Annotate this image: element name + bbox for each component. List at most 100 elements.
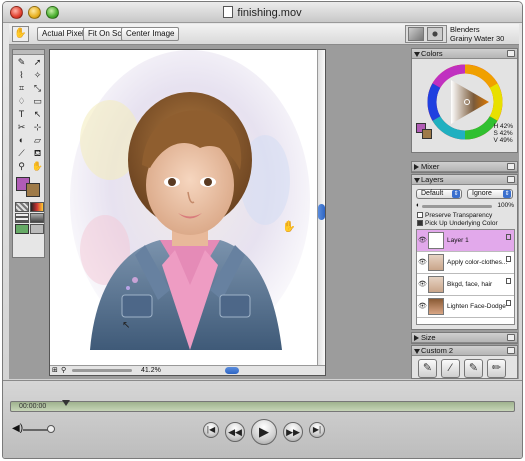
custom-palette: Custom 2 ✎ ⁄ ✎ ✏ bbox=[411, 345, 518, 379]
zoom-icon[interactable]: ⚲ bbox=[61, 366, 66, 374]
lock-icon[interactable] bbox=[506, 300, 511, 306]
layers-list: 👁 Layer 1 👁 Apply color-clothes... 👁 Bkg… bbox=[416, 229, 515, 325]
playhead-icon[interactable] bbox=[62, 400, 70, 406]
layer-row[interactable]: 👁 Apply color-clothes... bbox=[417, 252, 514, 274]
visibility-eye-icon[interactable]: 👁 bbox=[418, 281, 427, 289]
close-icon[interactable] bbox=[507, 50, 515, 57]
speaker-icon: ◀) bbox=[12, 423, 24, 434]
visibility-eye-icon[interactable]: 👁 bbox=[418, 259, 427, 267]
size-palette-header[interactable]: Size bbox=[412, 333, 517, 343]
volume-knob[interactable] bbox=[47, 425, 55, 433]
grid-icon[interactable]: ⊞ bbox=[52, 366, 58, 374]
close-icon[interactable] bbox=[507, 347, 515, 354]
close-icon[interactable] bbox=[507, 176, 515, 183]
movie-controller: 00:00:00 ◀) |◀ ◀◀ ▶ ▶▶ ▶| bbox=[3, 380, 522, 458]
custom-brush-2-icon[interactable]: ⁄ bbox=[441, 359, 460, 378]
layer-thumbnail bbox=[428, 254, 444, 271]
preserve-transparency-checkbox[interactable]: Preserve Transparency bbox=[417, 212, 492, 219]
layer-adjuster-icon[interactable]: ➚ bbox=[30, 56, 45, 68]
secondary-color-chip[interactable] bbox=[422, 129, 432, 139]
layers-palette: Layers Default Ignore ◐ 100% Preserve Tr… bbox=[411, 174, 518, 330]
lock-icon[interactable] bbox=[506, 256, 511, 262]
timecode: 00:00:00 bbox=[19, 403, 47, 410]
text-icon[interactable]: T bbox=[14, 108, 29, 120]
vertical-scrollbar[interactable] bbox=[317, 50, 325, 367]
crop-icon[interactable]: ⌗ bbox=[14, 82, 29, 94]
horizontal-scroll-thumb[interactable] bbox=[225, 367, 239, 374]
close-icon[interactable] bbox=[507, 334, 515, 341]
grabber-icon[interactable]: ✋ bbox=[30, 160, 45, 172]
toolbox: ✎ ➚ ⌇ ✧ ⌗ ⤡ ♢ ▭ T ↖ ✂ ⊹ ◐ ▱ ⟋ ⛾ ⚲ ✋ bbox=[12, 49, 45, 258]
svg-text:✋: ✋ bbox=[282, 220, 296, 233]
custom-brush-4-icon[interactable]: ✏ bbox=[487, 359, 506, 378]
composite-method-select[interactable]: Default bbox=[416, 189, 462, 199]
close-icon[interactable] bbox=[507, 163, 515, 170]
go-to-start-button[interactable]: |◀ bbox=[203, 422, 219, 438]
visibility-eye-icon[interactable]: 👁 bbox=[418, 303, 427, 311]
layer-row[interactable]: 👁 Lighten Face-Dodge bbox=[417, 296, 514, 318]
layer-row[interactable]: 👁 Layer 1 bbox=[417, 230, 514, 252]
fast-forward-button[interactable]: ▶▶ bbox=[283, 422, 303, 442]
app-window: finishing.mov ✋ Actual Pixels Fit On Scr… bbox=[2, 1, 523, 459]
paint-bucket-icon[interactable]: ⛾ bbox=[30, 147, 45, 159]
opacity-slider[interactable] bbox=[422, 205, 492, 208]
opacity-icon: ◐ bbox=[416, 202, 421, 209]
pick-up-underlying-checkbox[interactable]: Pick Up Underlying Color bbox=[417, 220, 498, 227]
property-bar: ✋ Actual Pixels Fit On Screen Center Ima… bbox=[9, 24, 519, 45]
layers-palette-header[interactable]: Layers bbox=[412, 175, 517, 185]
add-point-icon[interactable]: ⊹ bbox=[30, 121, 45, 133]
rectangle-icon[interactable]: ▭ bbox=[30, 95, 45, 107]
shape-selection-icon[interactable]: ↖ bbox=[30, 108, 45, 120]
vertical-scroll-thumb[interactable] bbox=[318, 204, 325, 220]
color-swatches bbox=[14, 175, 43, 199]
go-to-end-button[interactable]: ▶| bbox=[309, 422, 325, 438]
eraser-icon[interactable]: ▱ bbox=[30, 134, 45, 146]
weave-icon[interactable] bbox=[30, 213, 44, 223]
colors-palette-header[interactable]: Colors bbox=[412, 49, 517, 59]
brush-selector[interactable] bbox=[405, 25, 447, 43]
brush-category-icon[interactable] bbox=[408, 27, 424, 41]
nozzle-icon[interactable] bbox=[15, 224, 29, 234]
layer-thumbnail bbox=[428, 276, 444, 293]
ignore-select[interactable]: Ignore bbox=[467, 189, 513, 199]
paper-texture-icon[interactable] bbox=[15, 202, 29, 212]
paper-selectors bbox=[13, 201, 44, 235]
rewind-button[interactable]: ◀◀ bbox=[225, 422, 245, 442]
play-button[interactable]: ▶ bbox=[251, 419, 277, 445]
custom-brush-3-icon[interactable]: ✎ bbox=[464, 359, 483, 378]
brush-tool-icon[interactable]: ✎ bbox=[14, 56, 29, 68]
opacity-control: ◐ 100% bbox=[416, 202, 514, 209]
movie-file-icon bbox=[223, 6, 234, 18]
magic-wand-icon[interactable]: ✧ bbox=[30, 69, 45, 81]
pen-icon[interactable]: ♢ bbox=[14, 95, 29, 107]
scissors-icon[interactable]: ✂ bbox=[14, 121, 29, 133]
layer-row[interactable]: 👁 Bkgd, face, hair bbox=[417, 274, 514, 296]
lock-icon[interactable] bbox=[506, 234, 511, 240]
custom-brush-1-icon[interactable]: ✎ bbox=[418, 359, 437, 378]
visibility-eye-icon[interactable]: 👁 bbox=[418, 237, 427, 245]
portrait-painting: ✋ ↖ bbox=[50, 50, 317, 366]
mixer-palette: Mixer bbox=[411, 161, 518, 173]
timeline-scrubber[interactable]: 00:00:00 bbox=[10, 400, 515, 412]
hsv-readout: H 42% S 42% V 49% bbox=[493, 123, 513, 144]
gradient-icon[interactable] bbox=[30, 202, 44, 212]
layer-thumbnail bbox=[428, 232, 444, 249]
look-icon[interactable] bbox=[30, 224, 44, 234]
title-bar: finishing.mov bbox=[3, 2, 522, 23]
dodge-icon[interactable]: ◐ bbox=[14, 134, 29, 146]
secondary-color-swatch[interactable] bbox=[26, 183, 40, 197]
document-window: ✋ ↖ ⊞ ⚲ 41.2% bbox=[49, 49, 326, 376]
lock-icon[interactable] bbox=[506, 278, 511, 284]
center-image-button[interactable]: Center Image bbox=[121, 27, 180, 41]
transform-icon[interactable]: ⤡ bbox=[30, 82, 45, 94]
lasso-icon[interactable]: ⌇ bbox=[14, 69, 29, 81]
magnifier-icon[interactable]: ⚲ bbox=[14, 160, 29, 172]
brush-variant-icon[interactable] bbox=[427, 27, 443, 41]
custom-palette-header[interactable]: Custom 2 bbox=[412, 346, 517, 356]
pattern-icon[interactable] bbox=[15, 213, 29, 223]
mixer-palette-header[interactable]: Mixer bbox=[412, 162, 517, 172]
zoom-slider[interactable] bbox=[72, 369, 132, 372]
size-palette: Size bbox=[411, 332, 518, 344]
grabber-tool-icon[interactable]: ✋ bbox=[12, 26, 29, 42]
dropper-icon[interactable]: ⟋ bbox=[14, 147, 29, 159]
